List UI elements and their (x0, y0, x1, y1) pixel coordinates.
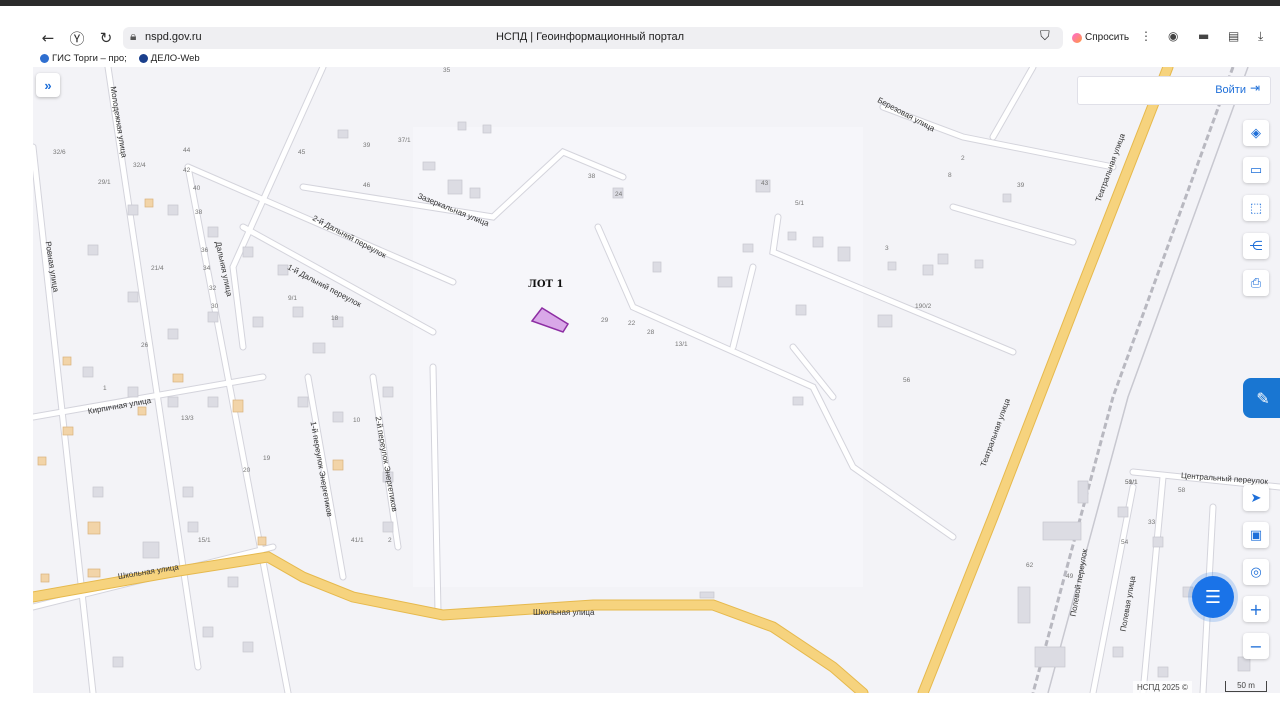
house-number: 34 (203, 265, 211, 272)
area-select-icon[interactable]: ⬚ (1243, 195, 1269, 221)
house-number: 56 (903, 377, 911, 384)
house-number: 62 (1026, 562, 1034, 569)
house-number: 59/1 (1125, 479, 1138, 486)
extension-icon[interactable]: ◉ (1168, 29, 1178, 43)
house-number: 20 (243, 467, 251, 474)
login-label: Войти (1215, 84, 1246, 96)
ask-button[interactable]: Спросить (1068, 28, 1135, 47)
house-number: 30 (211, 303, 219, 310)
street-label: Школьная улица (533, 608, 595, 617)
map-layer (33, 67, 1280, 693)
page-title: НСПД | Геоинформационный портал (495, 31, 685, 43)
house-number: 22 (628, 320, 636, 327)
house-number: 9/1 (288, 295, 298, 302)
house-number: 8 (948, 172, 952, 179)
house-number: 29/1 (98, 179, 111, 186)
zoom-in-icon[interactable]: + (1243, 596, 1269, 622)
downloads-icon[interactable]: ⤓ (1258, 29, 1263, 44)
house-number: 15/1 (198, 537, 211, 544)
vpn-icon[interactable]: ▬ (1198, 29, 1209, 43)
bookmark-delo[interactable]: ДЕЛО-Web (138, 51, 200, 65)
house-number: 26 (141, 342, 149, 349)
house-number: 32 (209, 285, 217, 292)
window-edge (0, 0, 1280, 6)
house-number: 36 (201, 247, 209, 254)
yandex-icon[interactable]: Ⓨ (66, 27, 88, 49)
navigate-icon[interactable]: ➤ (1243, 485, 1269, 511)
house-number: 32/4 (133, 162, 146, 169)
house-number: 5/1 (795, 200, 805, 207)
gis-torgi-icon (40, 53, 49, 63)
back-icon[interactable]: ← (37, 27, 59, 49)
house-number: 39 (1017, 182, 1025, 189)
lock-icon: 🔒︎ (130, 29, 137, 43)
house-number: 43 (761, 180, 769, 187)
help-tab-icon[interactable]: ✎ (1243, 378, 1280, 418)
left-margin (0, 67, 33, 693)
reload-icon[interactable]: ↻ (95, 27, 117, 49)
house-number: 32/6 (53, 149, 66, 156)
house-number: 44 (183, 147, 191, 154)
bookmark-gis-torgi[interactable]: ГИС Торги – про; (40, 51, 127, 65)
house-number: 42 (183, 167, 191, 174)
minimap-icon[interactable]: ▣ (1243, 522, 1269, 548)
house-number: 54 (1121, 539, 1129, 546)
expand-panel-icon[interactable]: » (36, 73, 60, 97)
house-number: 3 (885, 245, 889, 252)
house-number: 13/3 (181, 415, 194, 422)
scale-bar: 50 m (1225, 681, 1267, 692)
house-number: 39 (363, 142, 371, 149)
house-number: 58 (1178, 487, 1186, 494)
url-text[interactable]: nspd.gov.ru (145, 31, 202, 43)
house-number: 2 (961, 155, 965, 162)
login-icon: ⇥ (1250, 81, 1261, 95)
layers-icon[interactable]: ◈ (1243, 120, 1269, 146)
browser-toolbar: ← Ⓨ ↻ 🔒︎ nspd.gov.ru НСПД | Геоинформаци… (0, 0, 1280, 68)
house-number: 33 (1148, 519, 1156, 526)
bookmark-label: ГИС Торги – про; (52, 52, 127, 64)
login-button[interactable]: Войти ⇥ (1077, 76, 1271, 105)
house-number: 29 (601, 317, 609, 324)
ask-label: Спросить (1085, 32, 1130, 43)
ruler-icon[interactable]: ▭ (1243, 157, 1269, 183)
bookmark-icon[interactable]: ⛉ (1040, 29, 1050, 44)
map-canvas[interactable]: ЛОТ 1 Березовая улица Зазеркальная улица… (33, 67, 1280, 693)
copyright: НСПД 2025 © (1133, 681, 1192, 693)
more-menu-icon[interactable]: ⋮ (1140, 29, 1152, 43)
house-number: 28 (647, 329, 655, 336)
delo-icon (138, 53, 148, 63)
house-number: 38 (588, 173, 596, 180)
zoom-out-icon[interactable]: − (1243, 633, 1269, 659)
bookmark-label: ДЕЛО-Web (150, 52, 200, 64)
house-number: 35 (443, 67, 451, 74)
house-number: 2 (388, 537, 392, 544)
house-number: 41/1 (351, 537, 364, 544)
bottom-margin (0, 693, 1280, 720)
house-number: 49 (1066, 573, 1074, 580)
house-number: 21/4 (151, 265, 164, 272)
house-number: 1 (103, 385, 107, 392)
house-number: 46 (363, 182, 371, 189)
house-number: 38 (195, 209, 203, 216)
lot-label: ЛОТ 1 (528, 279, 564, 290)
alice-icon (1072, 32, 1082, 43)
house-number: 45 (298, 149, 306, 156)
house-number: 18 (331, 315, 339, 322)
bookmarks-bar: ГИС Торги – про; ДЕЛО-Web (40, 51, 212, 65)
house-number: 37/1 (398, 137, 411, 144)
house-number: 190/2 (915, 303, 932, 310)
share-icon[interactable]: ⋲ (1243, 233, 1269, 259)
house-number: 13/1 (675, 341, 688, 348)
chat-icon[interactable]: ☰ (1192, 576, 1234, 618)
geolocation-icon[interactable]: ◎ (1243, 559, 1269, 585)
house-number: 10 (353, 417, 361, 424)
print-icon[interactable]: ⎙ (1243, 270, 1269, 296)
collections-icon[interactable]: ▤ (1228, 29, 1239, 43)
house-number: 40 (193, 185, 201, 192)
house-number: 19 (263, 455, 271, 462)
house-number: 24 (615, 191, 623, 198)
